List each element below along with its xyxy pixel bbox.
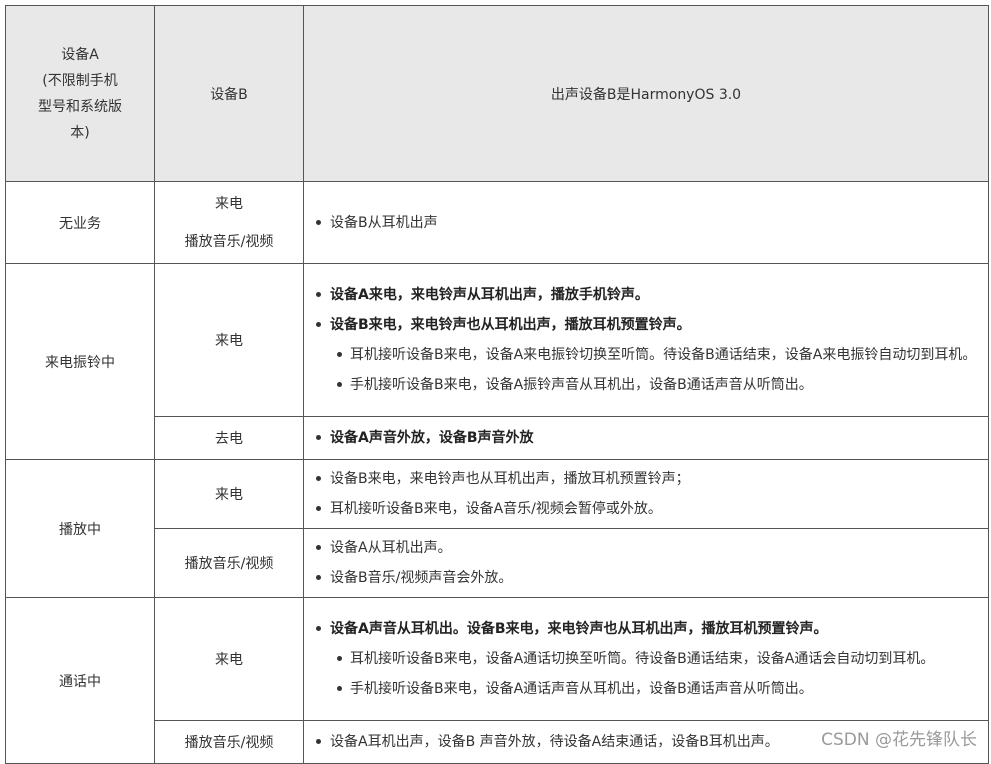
table-row: 来电振铃中 来电 设备A来电，来电铃声从耳机出声，播放手机铃声。 设备B来电，来… [5, 263, 989, 460]
list-item: 设备A从耳机出声。 [308, 533, 980, 563]
header-device-a-note-2: 型号和系统版 [38, 98, 122, 115]
row-label-idle: 无业务 [5, 181, 155, 264]
header-device-a-label: 设备A [61, 46, 99, 63]
device-b-incoming: 来电 [154, 459, 304, 529]
list-item: 设备B音乐/视频声音会外放。 [308, 563, 980, 593]
header-device-a-note-1: (不限制手机 [42, 72, 118, 89]
watermark: CSDN @花先锋队长 [821, 730, 977, 750]
device-b-incoming: 来电 [154, 263, 304, 417]
sub-list-item: 耳机接听设备B来电，设备A通话切换至听筒。待设备B通话结束，设备A通话会自动切到… [308, 644, 980, 674]
row-label-ringing: 来电振铃中 [5, 263, 155, 460]
list-item: 设备A来电，来电铃声从耳机出声，播放手机铃声。 [308, 280, 980, 310]
device-b-media: 播放音乐/视频 [154, 720, 304, 764]
list-item: 设备B来电，来电铃声也从耳机出声，播放耳机预置铃声； [308, 464, 980, 494]
device-b-media: 播放音乐/视频 [184, 233, 274, 250]
device-b-incoming: 来电 [215, 195, 243, 212]
list-item: 设备A声音外放，设备B声音外放 [308, 423, 980, 453]
device-b-cell: 来电 播放音乐/视频 [154, 181, 304, 264]
list-item: 设备A声音从耳机出。设备B来电，来电铃声也从耳机出声，播放耳机预置铃声。 [308, 614, 980, 644]
list-item: 耳机接听设备B来电，设备A音乐/视频会暂停或外放。 [308, 494, 980, 524]
header-output: 出声设备B是HarmonyOS 3.0 [303, 5, 989, 182]
device-b-media: 播放音乐/视频 [154, 528, 304, 598]
output-cell: 设备A声音从耳机出。设备B来电，来电铃声也从耳机出声，播放耳机预置铃声。 耳机接… [303, 597, 989, 721]
table-row: 无业务 来电 播放音乐/视频 设备B从耳机出声 [5, 181, 989, 264]
sub-list-item: 手机接听设备B来电，设备A通话声音从耳机出，设备B通话声音从听筒出。 [308, 674, 980, 704]
list-item: 设备B来电，来电铃声也从耳机出声，播放耳机预置铃声。 [308, 310, 980, 340]
comparison-table: 设备A (不限制手机 型号和系统版 本) 设备B 出声设备B是HarmonyOS… [5, 5, 989, 764]
header-device-b: 设备B [154, 5, 304, 182]
row-label-playing: 播放中 [5, 459, 155, 598]
list-item: 设备B从耳机出声 [308, 208, 980, 238]
table-row: 播放中 来电 设备B来电，来电铃声也从耳机出声，播放耳机预置铃声； 耳机接听设备… [5, 459, 989, 598]
output-cell: 设备B来电，来电铃声也从耳机出声，播放耳机预置铃声； 耳机接听设备B来电，设备A… [303, 459, 989, 529]
sub-list-item: 耳机接听设备B来电，设备A来电振铃切换至听筒。待设备B通话结束，设备A来电振铃自… [308, 340, 980, 370]
output-cell: 设备A来电，来电铃声从耳机出声，播放手机铃声。 设备B来电，来电铃声也从耳机出声… [303, 263, 989, 417]
device-b-outgoing: 去电 [154, 416, 304, 460]
header-device-a-note-3: 本) [70, 124, 90, 141]
output-cell: 设备A从耳机出声。 设备B音乐/视频声音会外放。 [303, 528, 989, 598]
row-label-calling: 通话中 [5, 597, 155, 764]
header-row: 设备A (不限制手机 型号和系统版 本) 设备B 出声设备B是HarmonyOS… [5, 5, 989, 182]
device-b-incoming: 来电 [154, 597, 304, 721]
sub-list-item: 手机接听设备B来电，设备A振铃声音从耳机出，设备B通话声音从听筒出。 [308, 370, 980, 400]
output-cell: 设备A声音外放，设备B声音外放 [303, 416, 989, 460]
table-row: 通话中 来电 设备A声音从耳机出。设备B来电，来电铃声也从耳机出声，播放耳机预置… [5, 597, 989, 764]
output-cell: 设备B从耳机出声 [303, 181, 989, 264]
header-device-a: 设备A (不限制手机 型号和系统版 本) [5, 5, 155, 182]
